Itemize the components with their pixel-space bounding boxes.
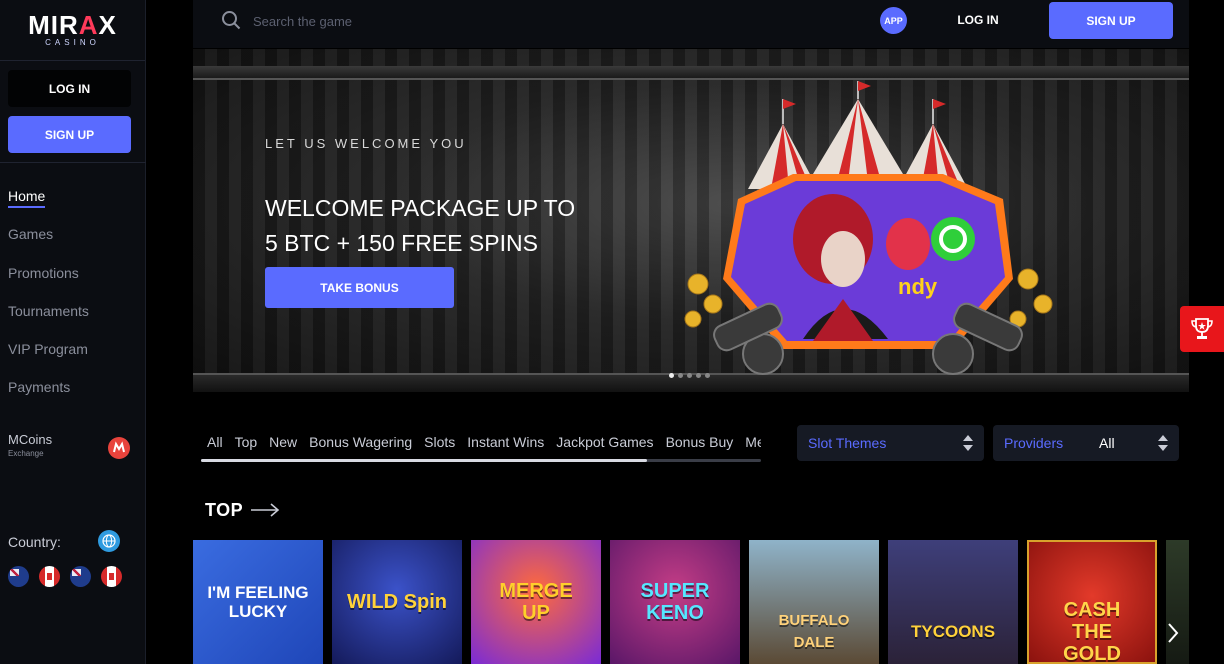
section-title-top[interactable]: TOP: [205, 500, 243, 521]
sidebar-item-vip-program[interactable]: VIP Program: [8, 339, 89, 377]
topbar: APP LOG IN SIGN UP: [193, 0, 1189, 48]
logo-subtitle: CASINO: [45, 38, 100, 47]
game-card-feeling-lucky[interactable]: I'M FEELING LUCKY: [193, 540, 323, 664]
tabs-scrollbar-thumb[interactable]: [201, 459, 647, 462]
headline-line: 5 BTC + 150 FREE SPINS: [265, 230, 538, 256]
tournament-trophy-button[interactable]: [1180, 306, 1224, 352]
tab-bonus-wagering[interactable]: Bonus Wagering: [309, 434, 412, 450]
game-title: MERGE UP: [499, 580, 573, 624]
tab-me[interactable]: Me: [745, 434, 761, 450]
tab-instant-wins[interactable]: Instant Wins: [467, 434, 544, 450]
game-card-cash-the-gold[interactable]: CASH THE GOLD: [1027, 540, 1157, 664]
sidebar-signup-button[interactable]: SIGN UP: [8, 116, 131, 153]
slot-themes-label: Slot Themes: [808, 435, 887, 451]
slot-themes-select[interactable]: Slot Themes: [797, 425, 984, 461]
logo-wordmark: MIRAX: [28, 10, 117, 40]
sidebar-item-label: Promotions: [8, 264, 79, 281]
game-card-wild-spin[interactable]: WILD Spin: [332, 540, 462, 664]
tab-new[interactable]: New: [269, 434, 297, 450]
sidebar-item-tournaments[interactable]: Tournaments: [8, 301, 89, 339]
signup-button[interactable]: SIGN UP: [1049, 2, 1173, 39]
mcoins-title: MCoins: [8, 432, 53, 447]
tab-all[interactable]: All: [207, 434, 223, 450]
login-button[interactable]: LOG IN: [943, 9, 1013, 31]
sidebar-login-button[interactable]: LOG IN: [8, 70, 131, 107]
sidebar-item-label: Payments: [8, 379, 71, 396]
canada-flag-icon[interactable]: [101, 566, 122, 587]
search-input[interactable]: [253, 10, 553, 32]
carousel-dots: [669, 373, 710, 378]
promo-banner: LET US WELCOME YOU WELCOME PACKAGE UP TO…: [193, 49, 1189, 392]
carousel-dot[interactable]: [696, 373, 701, 378]
game-title: SUPER KENO: [640, 580, 710, 624]
sidebar-nav: Home Games Promotions Tournaments VIP Pr…: [8, 186, 89, 416]
banner-headline: WELCOME PACKAGE UP TO 5 BTC + 150 FREE S…: [265, 191, 575, 261]
game-title: I'M FEELING LUCKY: [207, 583, 309, 621]
trophy-icon: [1191, 318, 1213, 339]
canada-flag-icon[interactable]: [39, 566, 60, 587]
banner-eyebrow: LET US WELCOME YOU: [265, 136, 467, 151]
game-title: TYCOONS: [910, 622, 996, 641]
search-icon[interactable]: [221, 10, 241, 30]
country-flags: [8, 566, 122, 587]
top-games-carousel: I'M FEELING LUCKY WILD Spin MERGE UP SUP…: [193, 540, 1189, 664]
game-card-buffalo-dale[interactable]: BUFFALO DALE: [749, 540, 879, 664]
sidebar-item-label: VIP Program: [8, 341, 88, 358]
carousel-dot[interactable]: [705, 373, 710, 378]
sidebar-item-label: Home: [8, 188, 46, 208]
take-bonus-button[interactable]: TAKE BONUS: [265, 267, 454, 308]
game-card-tycoons[interactable]: TYCOONS: [888, 540, 1018, 664]
tab-jackpot-games[interactable]: Jackpot Games: [556, 434, 653, 450]
sidebar-item-label: Tournaments: [8, 302, 89, 319]
sidebar-divider: [0, 162, 146, 163]
jester-circus-illustration: ndy: [684, 81, 1053, 375]
australia-flag-icon[interactable]: [8, 566, 29, 587]
mcoins-exchange-link[interactable]: MCoins Exchange: [8, 432, 52, 458]
tab-slots[interactable]: Slots: [424, 434, 455, 450]
sidebar-item-games[interactable]: Games: [8, 224, 89, 262]
carousel-dot[interactable]: [687, 373, 692, 378]
game-title: CASH THE GOLD: [1063, 599, 1121, 664]
chevron-right-icon[interactable]: [1165, 620, 1181, 646]
providers-value: All: [1099, 435, 1115, 451]
mirax-logo[interactable]: MIRAX CASINO: [0, 0, 145, 61]
sidebar-item-label: Games: [8, 226, 54, 243]
game-title: WILD Spin: [347, 591, 447, 613]
game-card-super-keno[interactable]: SUPER KENO: [610, 540, 740, 664]
sidebar-item-promotions[interactable]: Promotions: [8, 263, 89, 301]
australia-flag-icon[interactable]: [70, 566, 91, 587]
carousel-dot[interactable]: [669, 373, 674, 378]
country-label: Country:: [8, 534, 61, 550]
sidebar-item-payments[interactable]: Payments: [8, 377, 89, 415]
sort-arrows-icon: [963, 435, 973, 451]
tab-bonus-buy[interactable]: Bonus Buy: [666, 434, 734, 450]
providers-label: Providers: [1004, 435, 1064, 451]
carousel-dot[interactable]: [678, 373, 683, 378]
globe-icon[interactable]: [98, 530, 120, 552]
sidebar-item-home[interactable]: Home: [8, 186, 89, 224]
game-title: BUFFALO DALE: [778, 612, 850, 651]
mcoins-icon[interactable]: [108, 437, 130, 459]
game-category-tabs: All Top New Bonus Wagering Slots Instant…: [207, 434, 761, 450]
mcoins-subtitle: Exchange: [8, 449, 44, 458]
tab-top[interactable]: Top: [235, 434, 258, 450]
game-card-merge-up[interactable]: MERGE UP: [471, 540, 601, 664]
arrow-right-icon[interactable]: [250, 503, 280, 517]
sidebar: MIRAX CASINO LOG IN SIGN UP Home Games P…: [0, 0, 146, 664]
sort-arrows-icon: [1158, 435, 1168, 451]
app-button[interactable]: APP: [880, 7, 907, 34]
svg-text:ndy: ndy: [898, 274, 938, 299]
headline-line: WELCOME PACKAGE UP TO: [265, 195, 576, 221]
stage-frame-top: [193, 66, 1189, 80]
providers-select[interactable]: Providers All: [993, 425, 1179, 461]
